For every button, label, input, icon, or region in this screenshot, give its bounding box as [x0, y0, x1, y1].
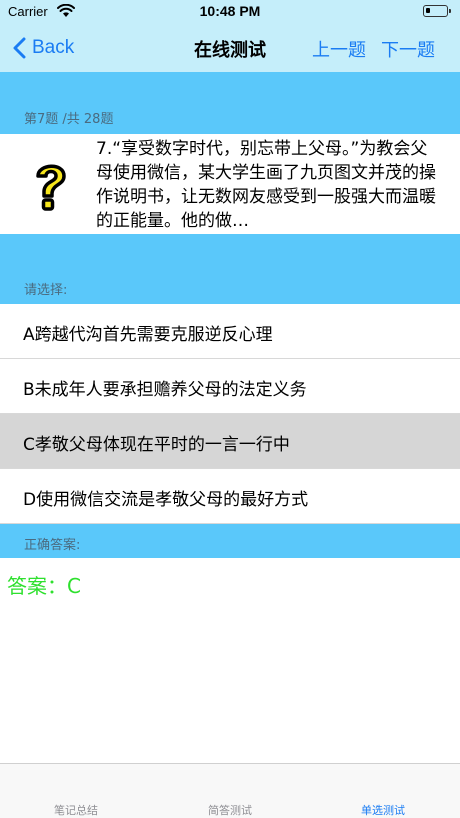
battery-icon — [423, 5, 451, 17]
option-d[interactable]: D使用微信交流是孝敬父母的最好方式 — [0, 469, 460, 524]
question-text: 7.“享受数字时代，别忘带上父母。”为教会父母使用微信，某大学生画了九页图文并茂… — [96, 139, 436, 231]
option-label: A跨越代沟首先需要克服逆反心理 — [23, 325, 273, 345]
answer-section-label: 正确答案: — [24, 538, 81, 553]
status-bar: Carrier 10:48 PM — [0, 0, 460, 24]
next-question-button[interactable]: 下一题 — [381, 36, 435, 62]
option-b[interactable]: B未成年人要承担赡养父母的法定义务 — [0, 359, 460, 414]
tab-single-choice-test[interactable]: 单选测试 — [333, 802, 433, 818]
tab-bar: 笔记总结 简答测试 单选测试 — [0, 763, 460, 818]
status-time: 10:48 PM — [199, 3, 261, 19]
previous-question-button[interactable]: 上一题 — [312, 36, 366, 62]
option-a[interactable]: A跨越代沟首先需要克服逆反心理 — [0, 304, 460, 359]
progress-band: 第7题 /共 28题 — [0, 72, 460, 134]
tab-short-answer-test[interactable]: 简答测试 — [180, 802, 280, 818]
question-mark-icon — [36, 164, 66, 211]
navigation-bar: Back 在线测试 上一题 下一题 — [0, 24, 460, 72]
tab-notes-summary[interactable]: 笔记总结 — [26, 802, 126, 818]
correct-answer: 答案：C — [7, 574, 81, 598]
choose-label: 请选择: — [24, 283, 68, 298]
option-c[interactable]: C孝敬父母体现在平时的一言一行中 — [0, 414, 460, 469]
option-label: C孝敬父母体现在平时的一言一行中 — [23, 435, 290, 455]
question-card: 7.“享受数字时代，别忘带上父母。”为教会父母使用微信，某大学生画了九页图文并茂… — [0, 134, 460, 234]
question-progress: 第7题 /共 28题 — [24, 112, 114, 127]
option-label: D使用微信交流是孝敬父母的最好方式 — [23, 490, 309, 510]
answer-band: 正确答案: — [0, 524, 460, 558]
option-label: B未成年人要承担赡养父母的法定义务 — [23, 380, 307, 400]
top-header: Carrier 10:48 PM Back 在线测试 上一题 下一题 — [0, 0, 460, 72]
choose-band: 请选择: — [0, 234, 460, 304]
